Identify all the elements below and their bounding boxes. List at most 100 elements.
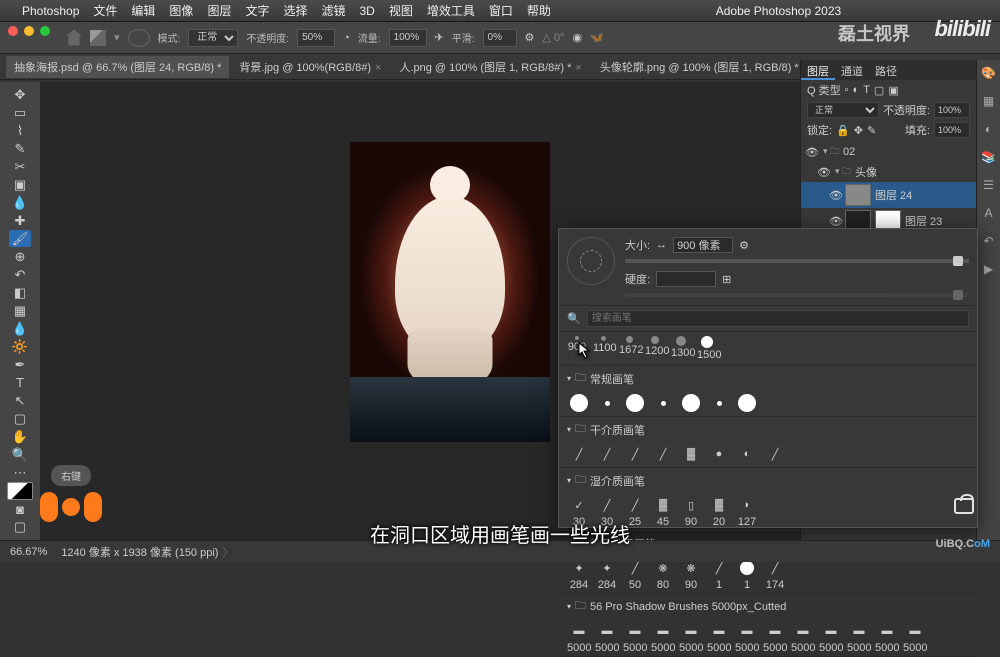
clone-stamp-tool[interactable]: ⊕ (9, 248, 31, 265)
blur-tool[interactable]: 💧 (9, 320, 31, 337)
hand-tool[interactable]: ✋ (9, 428, 31, 445)
move-tool[interactable]: ✥ (9, 86, 31, 103)
home-icon[interactable] (66, 30, 82, 46)
flip-icon[interactable]: ↔ (656, 239, 667, 251)
brush-hardness-slider[interactable] (625, 293, 969, 297)
gradient-tool[interactable]: ▦ (9, 302, 31, 319)
type-tool[interactable]: T (9, 374, 31, 391)
eyedropper-tool[interactable]: 💧 (9, 194, 31, 211)
brush-preset-item[interactable]: ╱50 (623, 558, 647, 591)
brush-preset-item[interactable]: ▬5000 (679, 621, 703, 654)
app-name[interactable]: Photoshop (22, 4, 79, 18)
filter-smart-icon[interactable]: ▣ (888, 84, 898, 97)
lock-all-icon[interactable]: 🔒 (836, 124, 850, 137)
eraser-tool[interactable]: ◧ (9, 284, 31, 301)
symmetry-icon[interactable]: 🦋 (590, 31, 604, 44)
menu-3d[interactable]: 3D (360, 4, 375, 18)
brush-tool-icon[interactable] (90, 30, 106, 46)
brush-preset-item[interactable]: ▓20 (707, 495, 731, 528)
tab-document-4[interactable]: 头像轮廓.png @ 100% (图层 1, RGB/8) *× (592, 56, 817, 78)
brush-preset-item[interactable]: ◗127 (735, 495, 759, 528)
layer-fill-input[interactable] (934, 122, 970, 138)
brush-preset-item[interactable] (707, 393, 731, 414)
brush-tool[interactable]: 🖌 (9, 230, 31, 247)
tab-document-1[interactable]: 抽象海报.psd @ 66.7% (图层 24, RGB/8) * (6, 56, 229, 78)
close-window-button[interactable] (8, 26, 18, 36)
visibility-icon[interactable]: 👁 (829, 189, 841, 202)
brush-preset-item[interactable]: ● (707, 444, 731, 465)
close-tab-icon[interactable]: × (375, 62, 381, 74)
zoom-tool[interactable]: 🔍 (9, 446, 31, 463)
visibility-icon[interactable]: 👁 (805, 146, 817, 159)
tab-document-3[interactable]: 人.png @ 100% (图层 1, RGB/8#) *× (391, 56, 589, 78)
menu-file[interactable]: 文件 (93, 2, 117, 19)
brush-preset-item[interactable]: ▬5000 (651, 621, 675, 654)
menu-view[interactable]: 视图 (389, 2, 413, 19)
libraries-panel-icon[interactable]: 📚 (981, 150, 997, 166)
recent-brush[interactable]: 1672 (619, 336, 639, 361)
crop-tool[interactable]: ✂ (9, 158, 31, 175)
opacity-input[interactable] (297, 29, 335, 47)
color-swatches[interactable] (7, 482, 33, 499)
brush-preset-item[interactable] (651, 393, 675, 414)
airbrush-icon[interactable]: ✈ (435, 31, 444, 44)
layer-thumbnail[interactable] (845, 184, 871, 206)
frame-tool[interactable]: ▣ (9, 176, 31, 193)
brush-preset-item[interactable]: ╱174 (763, 558, 787, 591)
filter-shape-icon[interactable]: ▢ (874, 84, 884, 97)
recent-brush[interactable]: 1200 (645, 336, 665, 361)
tab-channels[interactable]: 通道 (835, 60, 869, 80)
screen-mode-icon[interactable]: ▢ (9, 519, 31, 536)
filter-pixel-icon[interactable]: ▫ (845, 84, 849, 96)
menu-text[interactable]: 文字 (245, 2, 269, 19)
lock-position-icon[interactable]: ✥ (854, 124, 863, 137)
dodge-tool[interactable]: 🔆 (9, 338, 31, 355)
layer-group-head[interactable]: 👁 ▾ 🗀头像 (801, 162, 976, 182)
pressure-size-icon[interactable]: ◉ (572, 31, 582, 44)
brush-preset-item[interactable]: ▬5000 (875, 621, 899, 654)
history-panel-icon[interactable]: ↶ (981, 234, 997, 250)
zoom-window-button[interactable] (40, 26, 50, 36)
menu-edit[interactable]: 编辑 (131, 2, 155, 19)
brush-preset-item[interactable]: ▬5000 (763, 621, 787, 654)
marquee-tool[interactable]: ▭ (9, 104, 31, 121)
brush-preset-item[interactable]: ▬5000 (847, 621, 871, 654)
brush-preset-item[interactable]: ╱ (763, 444, 787, 465)
brush-preset-item[interactable]: ▬5000 (903, 621, 927, 654)
brush-preset-item[interactable]: ❋90 (679, 558, 703, 591)
close-tab-icon[interactable]: × (575, 62, 581, 74)
actions-panel-icon[interactable]: ▶ (981, 262, 997, 278)
brush-preset-item[interactable]: ╱ (651, 444, 675, 465)
flow-input[interactable] (389, 29, 427, 47)
brush-preset-item[interactable]: ╱ (567, 444, 591, 465)
brush-preset-item[interactable]: ╱1 (707, 558, 731, 591)
brush-preset-item[interactable] (567, 393, 591, 414)
layer-name[interactable]: 图层 23 (905, 213, 942, 229)
quick-select-tool[interactable]: ✎ (9, 140, 31, 157)
tab-document-2[interactable]: 背景.jpg @ 100%(RGB/8#)× (231, 56, 389, 78)
character-panel-icon[interactable]: A (981, 206, 997, 222)
brush-settings-icon[interactable]: ⚙ (739, 239, 749, 252)
brush-preset-item[interactable]: 1 (735, 558, 759, 591)
brush-preset-item[interactable] (735, 393, 759, 414)
document-canvas[interactable] (350, 142, 550, 442)
layer-blend-select[interactable]: 正常 (807, 102, 879, 118)
brush-preset-item[interactable] (679, 393, 703, 414)
history-brush-tool[interactable]: ↶ (9, 266, 31, 283)
layer-row[interactable]: 👁 图层 24 (801, 182, 976, 208)
filter-adjust-icon[interactable]: ◐ (853, 84, 860, 96)
brush-group-dry[interactable]: 🗀干介质画笔 (559, 417, 977, 442)
lock-pixels-icon[interactable]: ✎ (867, 124, 876, 137)
brush-tip-preview[interactable] (567, 237, 615, 285)
menu-image[interactable]: 图像 (169, 2, 193, 19)
pen-tool[interactable]: ✒ (9, 356, 31, 373)
tab-layers[interactable]: 图层 (801, 60, 835, 80)
properties-panel-icon[interactable]: ☰ (981, 178, 997, 194)
brush-preset-item[interactable]: ╱ (595, 444, 619, 465)
menu-layer[interactable]: 图层 (207, 2, 231, 19)
brush-preset-item[interactable]: ▬5000 (707, 621, 731, 654)
brush-preset-item[interactable]: ▬5000 (623, 621, 647, 654)
brush-preset-item[interactable]: ▯90 (679, 495, 703, 528)
zoom-level[interactable]: 66.67% (10, 546, 47, 558)
brush-preset-item[interactable]: ╱ (623, 444, 647, 465)
